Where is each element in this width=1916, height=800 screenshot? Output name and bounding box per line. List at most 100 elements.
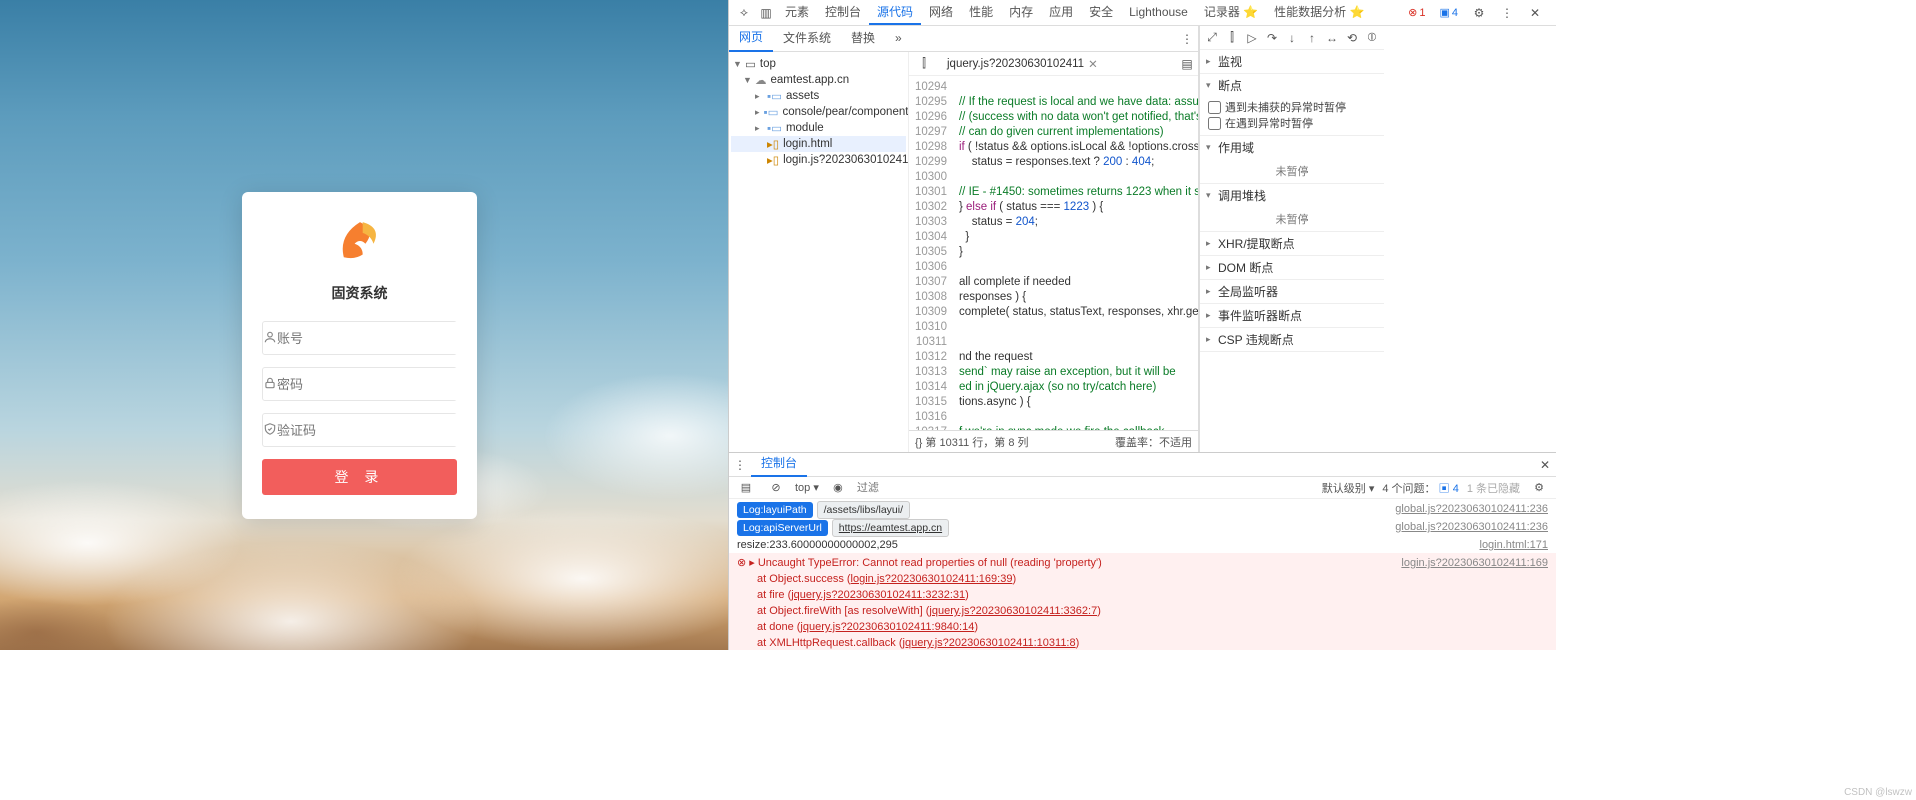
sidebar-section[interactable]: ▸全局监听器 [1200,280,1384,303]
debugger-step-icon[interactable]: ⤢ [1206,30,1218,45]
eye-icon[interactable]: ◉ [827,481,849,494]
issues-label[interactable]: 4 个问题： ▣ 4 [1382,480,1458,496]
console-row: Log:layuiPath/assets/libs/layui/global.j… [729,501,1556,519]
devtools-tab[interactable]: 性能数据分析 ⭐ [1266,0,1372,25]
more-icon[interactable]: ⋮ [1496,6,1518,20]
sidebar-section[interactable]: ▾调用堆栈 [1200,184,1384,207]
password-input[interactable] [277,368,461,400]
devtools-tab[interactable]: 源代码 [869,0,921,25]
drawer-tab-console[interactable]: 控制台 [751,452,807,477]
sources-panel: 网页文件系统替换» ⋮ ▼▭top ▼☁eamtest.app.cn ▸▪▭ass… [729,26,1199,452]
breakpoint-checkbox[interactable]: 遇到未捕获的异常时暂停 [1208,99,1376,115]
tree-top[interactable]: ▼▭top [731,56,906,72]
file-tree[interactable]: ▼▭top ▼☁eamtest.app.cn ▸▪▭assets▸▪▭conso… [729,52,909,452]
source-link[interactable]: login.html:171 [1480,537,1549,553]
devtools-tab[interactable]: 内存 [1001,0,1041,25]
breakpoint-checkbox[interactable]: 在遇到异常时暂停 [1208,115,1376,131]
console-output[interactable]: Log:layuiPath/assets/libs/layui/global.j… [729,499,1556,650]
devtools-toolbar: ⟡ ▥ 元素控制台源代码网络性能内存应用安全Lighthouse记录器 ⭐性能数… [729,0,1556,26]
log-level[interactable]: 默认级别 ▾ [1322,480,1375,496]
sidebar-section[interactable]: ▸监视 [1200,50,1384,73]
tree-folder[interactable]: ▸▪▭console/pear/component/pea [731,104,906,120]
sidebar-section[interactable]: ▾断点 [1200,74,1384,97]
sidebar-icon[interactable]: ▤ [735,481,757,494]
devtools-tab[interactable]: 应用 [1041,0,1081,25]
debugger-step-icon[interactable]: ⦶ [1366,30,1378,45]
gear-icon[interactable]: ⚙ [1528,481,1550,494]
debugger-step-icon[interactable]: ↑ [1306,31,1318,45]
login-button[interactable]: 登 录 [262,459,457,495]
cursor-position: 第 10311 行，第 8 列 [925,437,1028,449]
source-link[interactable]: global.js?20230630102411:236 [1395,501,1548,519]
hidden-count: 1 条已隐藏 [1467,480,1520,496]
close-icon[interactable]: ✕ [1524,6,1546,20]
debugger-step-icon[interactable]: ↷ [1266,31,1278,45]
console-toolbar: ▤ ⊘ top ▾ ◉ 默认级别 ▾ 4 个问题： ▣ 4 1 条已隐藏 ⚙ [729,477,1556,499]
password-field[interactable] [262,367,457,401]
watermark: CSDN @lswzw [1844,787,1912,798]
sidebar-section[interactable]: ▸XHR/提取断点 [1200,232,1384,255]
source-link[interactable]: jquery.js?20230630102411:10311:8 [903,637,1076,649]
login-card: 固资系统 登 录 [242,192,477,519]
sources-subtab[interactable]: » [885,26,912,51]
code-area[interactable]: 10294 10295 10296 10297 10298 10299 1030… [909,76,1198,430]
sidebar-section[interactable]: ▸事件监听器断点 [1200,304,1384,327]
error-badge[interactable]: ⊗ 1 [1404,6,1429,19]
console-filter[interactable] [857,482,1314,494]
captcha-field[interactable] [262,413,457,447]
coverage-status: 覆盖率：不适用 [1115,434,1192,450]
context-selector[interactable]: top ▾ [795,481,819,494]
source-link[interactable]: login.js?20230630102411:169:39 [851,573,1013,585]
source-link[interactable]: jquery.js?20230630102411:3232:31 [791,589,965,601]
tree-file-html[interactable]: ▸▯login.html [731,136,906,152]
not-paused-label: 未暂停 [1200,159,1384,183]
info-badge[interactable]: ▣ 4 [1435,6,1462,19]
sidebar-section[interactable]: ▸CSP 违规断点 [1200,328,1384,351]
devtools-tab[interactable]: 性能 [961,0,1001,25]
nav-icon[interactable]: ⫿ [913,56,935,71]
source-link[interactable]: global.js?20230630102411:236 [1395,519,1548,537]
gear-icon[interactable]: ⚙ [1468,6,1490,20]
source-link[interactable]: jquery.js?20230630102411:3362:7 [929,605,1097,617]
inspect-icon[interactable]: ⟡ [733,5,755,20]
tree-domain[interactable]: ▼☁eamtest.app.cn [731,72,906,88]
debugger-step-icon[interactable]: ⟲ [1346,31,1358,45]
open-file-tab[interactable]: jquery.js?20230630102411 ✕ [941,57,1104,71]
not-paused-label: 未暂停 [1200,207,1384,231]
debugger-step-icon[interactable]: ⫿ [1226,30,1238,45]
devtools-tab[interactable]: 网络 [921,0,961,25]
console-error: ⊗ ▸ Uncaught TypeError: Cannot read prop… [729,553,1556,650]
devtools-tab[interactable]: Lighthouse [1121,0,1196,25]
sources-subtab[interactable]: 替换 [841,26,885,51]
account-input[interactable] [277,322,461,354]
sources-subtab[interactable]: 文件系统 [773,26,841,51]
source-link[interactable]: jquery.js?20230630102411:9840:14 [800,621,974,633]
login-title: 固资系统 [262,283,457,303]
close-icon[interactable]: ✕ [1088,57,1098,71]
devtools-tab[interactable]: 控制台 [817,0,869,25]
account-field[interactable] [262,321,457,355]
debugger-step-icon[interactable]: ▷ [1246,31,1258,45]
tree-folder[interactable]: ▸▪▭assets [731,88,906,104]
debugger-step-icon[interactable]: ↔ [1326,31,1338,45]
devtools-tab[interactable]: 安全 [1081,0,1121,25]
devtools-tab[interactable]: 元素 [777,0,817,25]
sidebar-section[interactable]: ▾作用域 [1200,136,1384,159]
debugger-step-icon[interactable]: ↓ [1286,31,1298,45]
device-icon[interactable]: ▥ [755,6,777,20]
drawer-menu-icon[interactable]: ⋮ [729,458,751,472]
sidebar-section[interactable]: ▸DOM 断点 [1200,256,1384,279]
logo [262,214,457,273]
more-icon[interactable]: ⋮ [1176,32,1198,46]
tree-folder[interactable]: ▸▪▭module [731,120,906,136]
captcha-input[interactable] [277,414,461,446]
sources-subtab[interactable]: 网页 [729,25,773,52]
clear-icon[interactable]: ⊘ [765,481,787,494]
source-link[interactable]: login.js?20230630102411:169 [1401,555,1548,571]
devtools-tab[interactable]: 记录器 ⭐ [1196,0,1266,25]
close-icon[interactable]: ✕ [1534,458,1556,472]
user-icon [263,330,277,347]
editor: ⫿ jquery.js?20230630102411 ✕ ▤ 10294 102… [909,52,1198,452]
sidebar-toggle-icon[interactable]: ▤ [1176,57,1198,71]
tree-file-js[interactable]: ▸▯login.js?20230630102411 [731,152,906,168]
